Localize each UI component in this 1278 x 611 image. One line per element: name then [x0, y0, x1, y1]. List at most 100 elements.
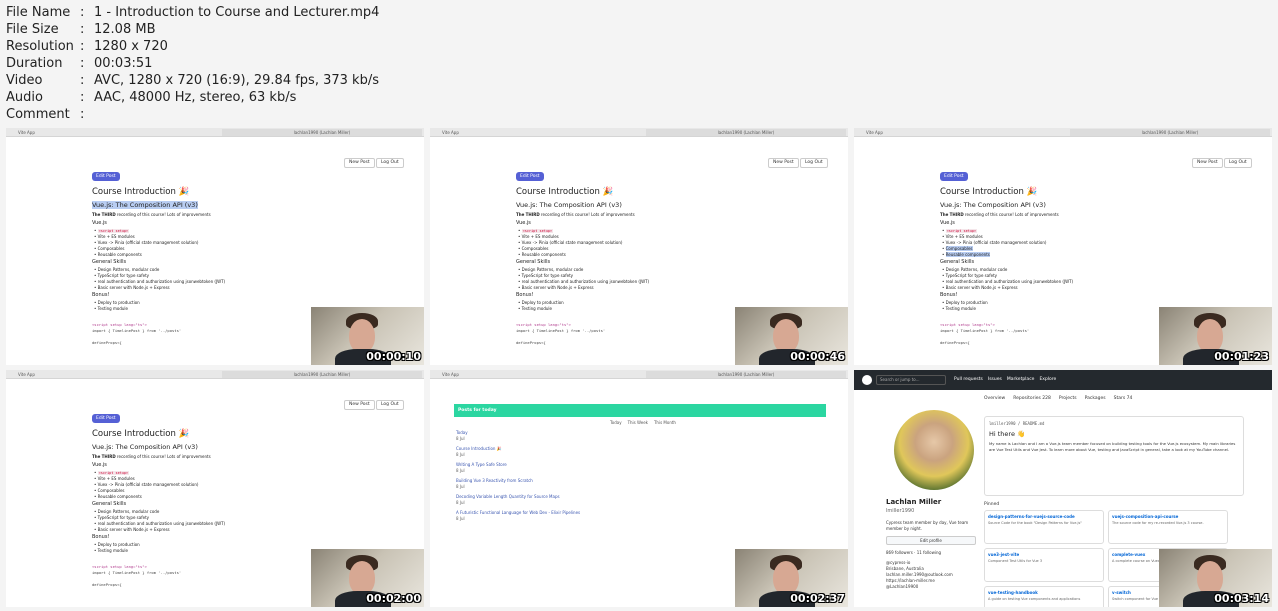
section-heading: General Skills — [92, 501, 127, 507]
section-heading: Bonus! — [940, 292, 958, 298]
edit-post-button[interactable]: Edit Post — [92, 172, 120, 181]
new-post-button[interactable]: New Post — [1192, 158, 1223, 168]
info-row: Video: AVC, 1280 x 720 (16:9), 29.84 fps,… — [6, 72, 379, 89]
info-colon: : — [80, 90, 85, 105]
post-title: Course Introduction 🎉 — [92, 187, 190, 197]
new-post-button[interactable]: New Post — [344, 158, 375, 168]
post-intro: The THIRD recording of this course! Lots… — [92, 454, 211, 459]
profile-tab[interactable]: Overview — [984, 396, 1005, 401]
info-row: Resolution:1280 x 720 — [6, 38, 379, 55]
nav-link[interactable]: Pull requests — [954, 377, 983, 382]
info-row: Comment: — [6, 106, 379, 123]
nav-link[interactable]: Explore — [1039, 377, 1056, 382]
period-tab[interactable]: This Week — [628, 420, 648, 425]
section-heading: Vue.js — [92, 462, 107, 468]
video-thumbnail: Vite App lachlan1990 (Lachlan Miller) New … — [430, 128, 848, 365]
post-subtitle: Vue.js: The Composition API (v3) — [92, 201, 198, 209]
info-row: Duration:00:03:51 — [6, 55, 379, 72]
browser-bar: Vite App lachlan1990 (Lachlan Miller) — [430, 128, 848, 137]
timestamp: 00:00:10 — [366, 350, 421, 363]
list-item[interactable]: Decoding Variable Length Quantity for So… — [456, 494, 816, 506]
timestamp: 00:00:46 — [790, 350, 845, 363]
top-nav: Pull requests Issues Marketplace Explore — [954, 375, 1061, 385]
log-out-button[interactable]: Log Out — [376, 400, 404, 410]
readme: lmiller1990 / README.md Hi there 👋 My name… — [984, 416, 1244, 496]
profile-tab[interactable]: Repositories 228 — [1013, 396, 1051, 401]
info-colon: : — [80, 39, 85, 54]
list-item[interactable]: Course Introduction 🎉 8 Jul — [456, 446, 816, 458]
browser-tab[interactable]: lachlan1990 (Lachlan Miller) — [222, 371, 422, 378]
period-tab[interactable]: Today — [610, 420, 622, 425]
profile-username: lmiller1990 — [886, 508, 915, 514]
info-value: 00:03:51 — [94, 56, 153, 71]
list-item[interactable]: Building Vue 3 Reactivity from Scratch 8 … — [456, 478, 816, 490]
github-topbar: Search or jump to... Pull requests Issues M… — [854, 370, 1272, 390]
info-row: Audio: AAC, 48000 Hz, stereo, 63 kb/s — [6, 89, 379, 106]
post-intro: The THIRD recording of this course! Lots… — [516, 212, 635, 217]
new-post-button[interactable]: New Post — [768, 158, 799, 168]
edit-post-button[interactable]: Edit Post — [516, 172, 544, 181]
section-heading: Bonus! — [516, 292, 534, 298]
browser-tab[interactable]: lachlan1990 (Lachlan Miller) — [222, 129, 422, 136]
profile-bio: Cypress team member by day, Vue team mem… — [886, 520, 969, 531]
info-colon: : — [80, 22, 85, 37]
info-value: 1 - Introduction to Course and Lecturer.… — [94, 5, 380, 20]
list-item[interactable]: Today 8 Jul — [456, 430, 816, 442]
search-input[interactable]: Search or jump to... — [876, 375, 946, 385]
post-title: Course Introduction 🎉 — [940, 187, 1038, 197]
info-key: File Size — [6, 22, 59, 37]
section-heading: Bonus! — [92, 292, 110, 298]
pinned-repo-card[interactable]: design-patterns-for-vuejs-source-code Sou… — [984, 510, 1104, 544]
list-item[interactable]: Writing A Type Safe Store 8 Jul — [456, 462, 816, 474]
profile-tab[interactable]: Packages — [1085, 396, 1106, 401]
new-post-button[interactable]: New Post — [344, 400, 375, 410]
browser-tab[interactable]: Vite App — [18, 128, 35, 137]
post-title: Course Introduction 🎉 — [92, 429, 190, 439]
profile-tab[interactable]: Projects — [1059, 396, 1077, 401]
period-tab[interactable]: This Month — [654, 420, 676, 425]
nav-link[interactable]: Marketplace — [1007, 377, 1035, 382]
timestamp: 00:02:00 — [366, 592, 421, 605]
github-logo-icon[interactable] — [862, 375, 872, 385]
section-heading: Vue.js — [92, 220, 107, 226]
edit-profile-button[interactable]: Edit profile — [886, 536, 976, 545]
post-intro: The THIRD recording of this course! Lots… — [940, 212, 1059, 217]
browser-tab[interactable]: Vite App — [442, 128, 459, 137]
nav-link[interactable]: Issues — [988, 377, 1002, 382]
log-out-button[interactable]: Log Out — [800, 158, 828, 168]
edit-post-button[interactable]: Edit Post — [92, 414, 120, 423]
period-tabs: Today This Week This Month — [610, 420, 682, 425]
info-key: Video — [6, 73, 43, 88]
profile-tabs: Overview Repositories 228 Projects Packages… — [984, 396, 1140, 401]
pinned-repo-card[interactable]: vuejs-composition-api-course The source c… — [1108, 510, 1228, 544]
edit-post-button[interactable]: Edit Post — [940, 172, 968, 181]
info-value: 12.08 MB — [94, 22, 156, 37]
pinned-repo-card[interactable]: vue-testing-handbook A guide on testing V… — [984, 586, 1104, 607]
browser-bar: Vite App lachlan1990 (Lachlan Miller) — [6, 370, 424, 379]
log-out-button[interactable]: Log Out — [1224, 158, 1252, 168]
info-colon: : — [80, 56, 85, 71]
post-intro: The THIRD recording of this course! Lots… — [92, 212, 211, 217]
info-key: Duration — [6, 56, 63, 71]
post-title: Course Introduction 🎉 — [516, 187, 614, 197]
post-subtitle: Vue.js: The Composition API (v3) — [92, 443, 198, 451]
profile-tab[interactable]: Stars 74 — [1114, 396, 1133, 401]
section-heading: General Skills — [516, 259, 551, 265]
section-heading: Vue.js — [516, 220, 531, 226]
browser-tab[interactable]: Vite App — [18, 370, 35, 379]
section-heading: General Skills — [92, 259, 127, 265]
list-item[interactable]: A Futuristic Functional Language for Web… — [456, 510, 816, 522]
post-subtitle: Vue.js: The Composition API (v3) — [940, 201, 1046, 209]
section-heading: Bonus! — [92, 534, 110, 540]
browser-bar: Vite App lachlan1990 (Lachlan Miller) — [854, 128, 1272, 137]
browser-tab[interactable]: lachlan1990 (Lachlan Miller) — [646, 129, 846, 136]
browser-tab[interactable]: lachlan1990 (Lachlan Miller) — [646, 371, 846, 378]
info-row: File Size:12.08 MB — [6, 21, 379, 38]
video-thumbnail: Vite App lachlan1990 (Lachlan Miller) New … — [6, 370, 424, 607]
pinned-repo-card[interactable]: vue3-jest-vite Component Test Utils for V… — [984, 548, 1104, 582]
browser-tab[interactable]: Vite App — [442, 370, 459, 379]
pinned-heading: Pinned — [984, 502, 1000, 507]
browser-tab[interactable]: lachlan1990 (Lachlan Miller) — [1070, 129, 1270, 136]
browser-tab[interactable]: Vite App — [866, 128, 883, 137]
log-out-button[interactable]: Log Out — [376, 158, 404, 168]
